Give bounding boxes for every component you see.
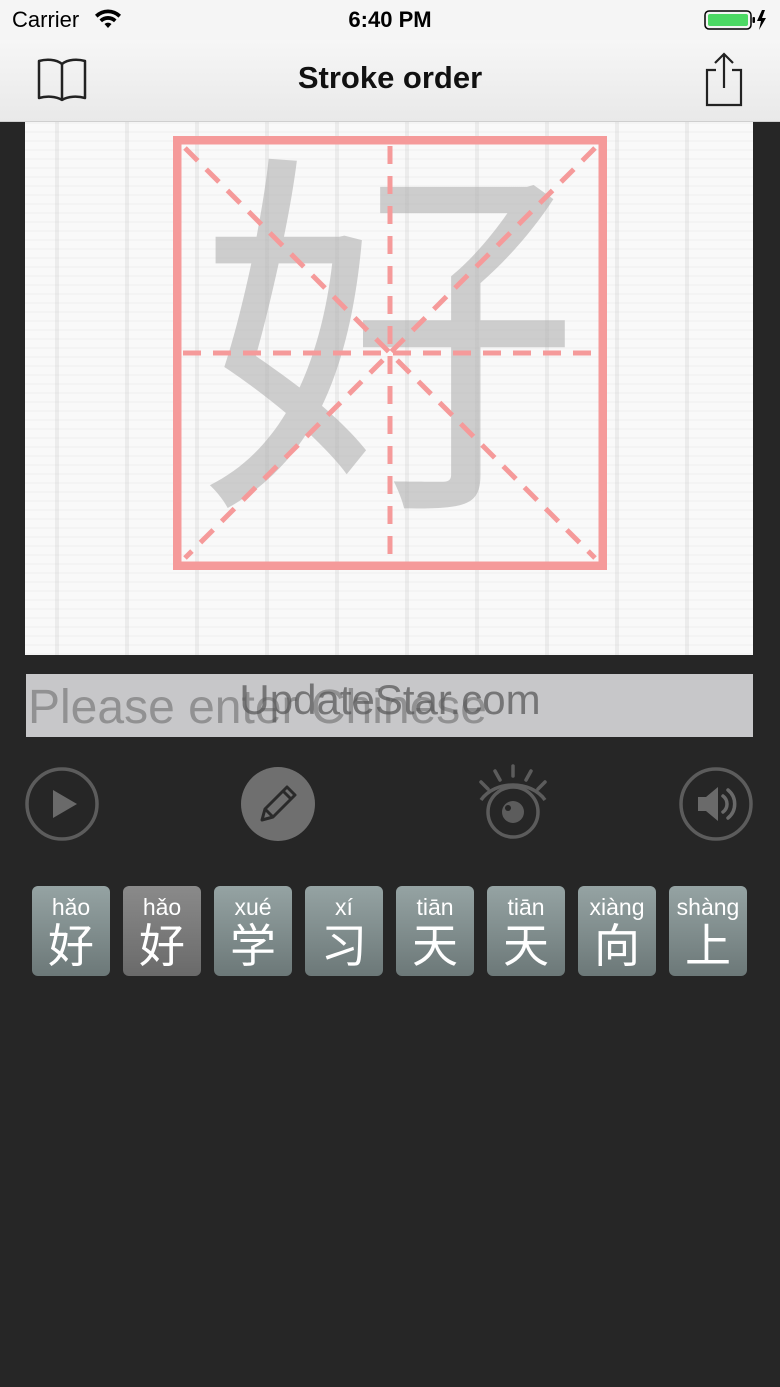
pinyin-label: tiān [416,894,454,920]
hanzi-label: 上 [685,919,731,973]
speaker-icon [679,767,753,841]
eye-icon [479,764,547,839]
hanzi-label: 好 [48,919,94,973]
hanzi-label: 学 [230,919,276,973]
chinese-input-container [26,674,753,737]
status-bar: Carrier 6:40 PM [0,0,780,40]
play-button[interactable] [24,766,100,842]
character-tile[interactable]: hǎo 好 [123,886,201,976]
stroke-canvas[interactable]: 好 [25,122,753,655]
clock: 6:40 PM [348,7,432,32]
pinyin-label: shàng [676,894,740,920]
show-character-button[interactable] [473,762,553,842]
character-tile[interactable]: tiān 天 [487,886,565,976]
hanzi-label: 习 [321,919,367,973]
pinyin-label: xí [335,894,353,920]
hanzi-label: 天 [412,919,458,973]
hanzi-label: 向 [594,919,640,973]
write-button[interactable] [240,766,316,842]
character-tile[interactable]: hǎo 好 [32,886,110,976]
page-title: Stroke order [297,60,483,95]
pinyin-label: tiān [507,894,545,920]
practice-grid [173,136,607,570]
speaker-button[interactable] [678,766,754,842]
chinese-input[interactable] [26,674,753,737]
pinyin-label: hǎo [51,894,91,920]
pinyin-label: xué [234,894,272,920]
battery-icon [704,8,768,37]
pinyin-label: xiàng [589,894,645,920]
hanzi-label: 天 [503,919,549,973]
navigation-bar: Stroke order [0,40,780,122]
play-icon [25,767,99,841]
character-tile[interactable]: xué 学 [214,886,292,976]
character-tile[interactable]: tiān 天 [396,886,474,976]
share-icon[interactable] [702,50,746,108]
hanzi-label: 好 [139,919,185,973]
character-tile[interactable]: xiàng 向 [578,886,656,976]
pencil-icon [241,767,315,841]
pinyin-label: hǎo [142,894,182,920]
character-tile[interactable]: xí 习 [305,886,383,976]
character-tile[interactable]: shàng 上 [669,886,747,976]
